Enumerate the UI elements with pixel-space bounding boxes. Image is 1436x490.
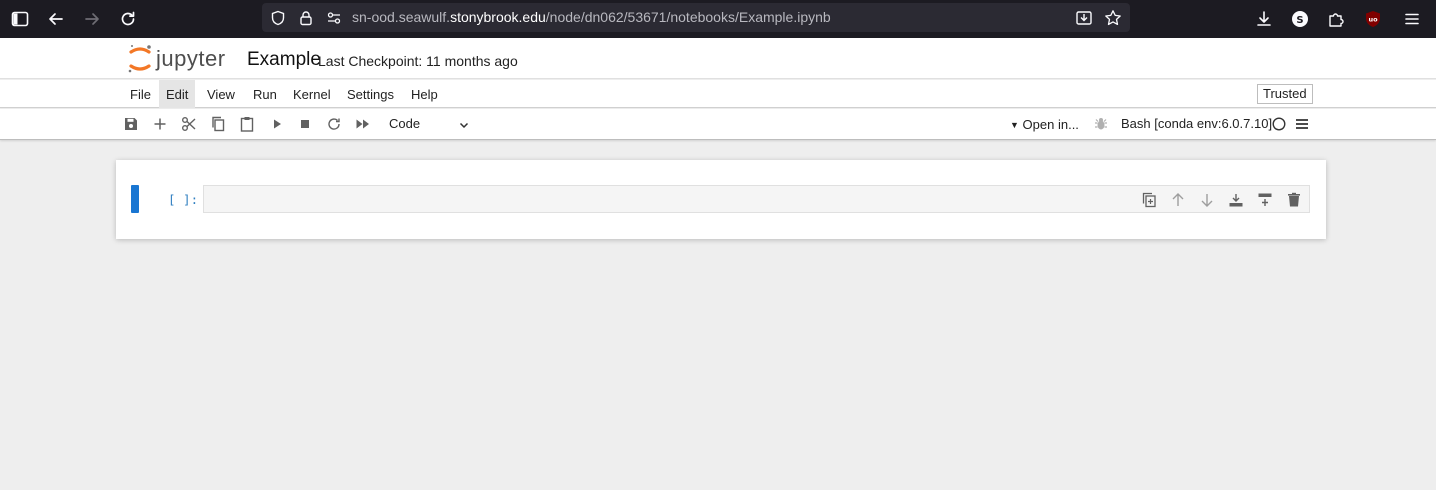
copy-button[interactable] [208, 114, 228, 134]
menu-settings[interactable]: Settings [340, 80, 401, 108]
move-cell-down-icon[interactable] [1198, 191, 1216, 209]
kernel-name[interactable]: Bash [conda env:6.0.7.10] [1121, 116, 1272, 131]
sidebar-toggle-icon[interactable] [8, 7, 32, 31]
url-path: /node/dn062/53671/notebooks/Example.ipyn… [545, 9, 831, 25]
menu-edit[interactable]: Edit [159, 80, 196, 108]
paste-button[interactable] [237, 114, 257, 134]
browser-toolbar: sn-ood.seawulf.stonybrook.edu/node/dn062… [0, 0, 1436, 38]
site-permissions-icon[interactable] [323, 7, 345, 29]
url-text[interactable]: sn-ood.seawulf.stonybrook.edu/node/dn062… [352, 9, 831, 25]
forward-arrow-icon[interactable] [80, 7, 104, 31]
menu-bar: File Edit View Run Kernel Settings Help … [0, 80, 1436, 108]
menu-help[interactable]: Help [404, 80, 445, 108]
last-checkpoint: Last Checkpoint: 11 months ago [318, 53, 518, 69]
caret-down-icon: ▼ [1010, 120, 1019, 130]
notebook-panel: [ ]: [116, 160, 1326, 239]
move-cell-up-icon[interactable] [1169, 191, 1187, 209]
reload-icon[interactable] [116, 7, 140, 31]
bookmark-star-icon[interactable] [1102, 7, 1124, 29]
jupyter-logo-text: jupyter [155, 46, 226, 71]
save-button[interactable] [121, 114, 141, 134]
profile-initial: S [1296, 15, 1303, 26]
add-cell-button[interactable] [150, 114, 170, 134]
extension-badge: uo [1368, 16, 1378, 24]
notebook-title[interactable]: Example [247, 49, 321, 71]
debugger-bug-icon[interactable] [1091, 114, 1111, 134]
shield-icon[interactable] [267, 7, 289, 29]
insert-cell-above-icon[interactable] [1256, 191, 1274, 209]
url-host: stonybrook.edu [450, 9, 546, 25]
lock-icon[interactable] [295, 7, 317, 29]
run-button[interactable] [267, 114, 287, 134]
profile-avatar[interactable]: S [1288, 7, 1312, 31]
menu-view[interactable]: View [200, 80, 242, 108]
trusted-indicator[interactable]: Trusted [1257, 84, 1313, 104]
property-inspector-menu-icon[interactable] [1292, 114, 1312, 134]
app-menu-icon[interactable] [1400, 7, 1424, 31]
cell-type-select[interactable]: Code [389, 116, 420, 131]
duplicate-cell-icon[interactable] [1140, 191, 1158, 209]
menu-file[interactable]: File [123, 80, 158, 108]
restart-run-all-button[interactable] [353, 114, 373, 134]
delete-cell-icon[interactable] [1285, 191, 1303, 209]
menu-kernel[interactable]: Kernel [286, 80, 338, 108]
menu-run[interactable]: Run [246, 80, 284, 108]
extensions-puzzle-icon[interactable] [1324, 7, 1348, 31]
interrupt-kernel-button[interactable] [295, 114, 315, 134]
notebook-toolbar: Code ▼ Open in... Bash [conda env:6.0.7.… [0, 109, 1436, 140]
open-in-button[interactable]: ▼ Open in... [1010, 117, 1079, 132]
cut-button[interactable] [179, 114, 199, 134]
notebook-header: jupyter Example Last Checkpoint: 11 mont… [0, 38, 1436, 79]
input-prompt: [ ]: [168, 192, 199, 207]
save-page-icon[interactable] [1073, 7, 1095, 29]
back-arrow-icon[interactable] [44, 7, 68, 31]
address-bar[interactable]: sn-ood.seawulf.stonybrook.edu/node/dn062… [262, 3, 1130, 32]
kernel-status-idle-icon [1269, 114, 1289, 134]
open-in-label: Open in... [1022, 117, 1079, 132]
downloads-icon[interactable] [1252, 7, 1276, 31]
insert-cell-below-icon[interactable] [1227, 191, 1245, 209]
cell-collapser[interactable] [131, 185, 139, 213]
ublock-extension-icon[interactable]: uo [1361, 7, 1385, 31]
jupyter-logo[interactable]: jupyter [126, 42, 238, 76]
url-prefix: sn-ood.seawulf. [352, 9, 451, 25]
restart-kernel-button[interactable] [324, 114, 344, 134]
chevron-down-icon[interactable] [456, 117, 472, 133]
